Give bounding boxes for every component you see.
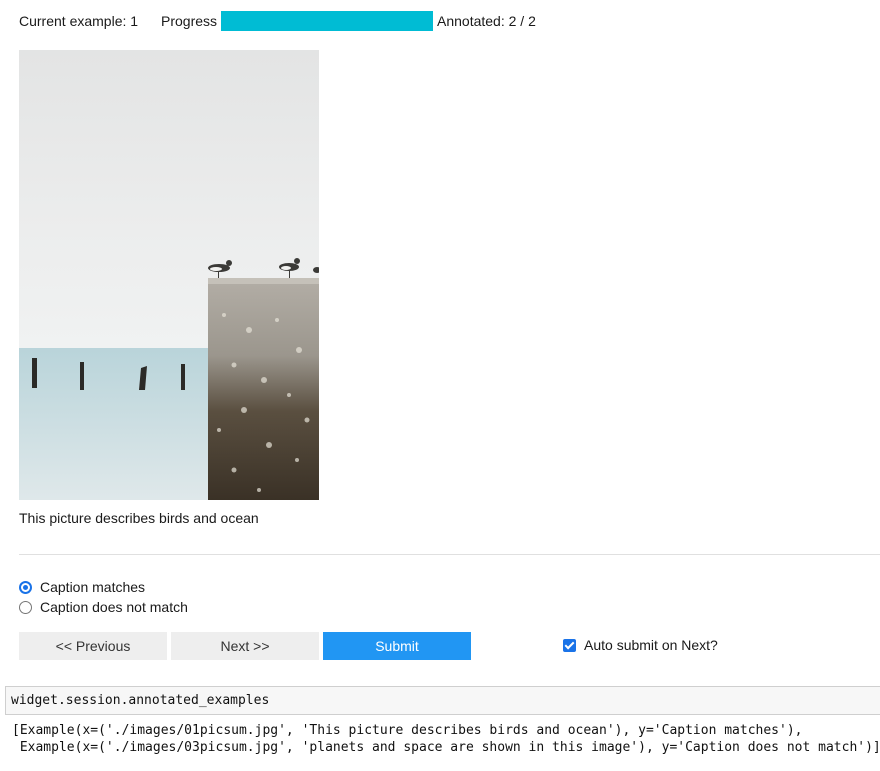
option-caption-matches[interactable]: Caption matches [19,577,145,597]
submit-button[interactable]: Submit [323,632,471,660]
code-cell-output: [Example(x=('./images/01picsum.jpg', 'Th… [12,722,880,756]
output-line: Example(x=('./images/03picsum.jpg', 'pla… [12,740,880,755]
progress-bar-fill [221,11,433,31]
auto-submit-label: Auto submit on Next? [584,637,718,653]
radio-icon[interactable] [19,600,32,614]
progress-bar [221,11,433,31]
example-image [19,50,319,500]
example-caption: This picture describes birds and ocean [19,510,259,526]
divider [19,554,880,555]
auto-submit-toggle[interactable]: Auto submit on Next? [563,636,718,654]
radio-icon-selected[interactable] [19,580,32,594]
option-label: Caption matches [40,579,146,595]
annotated-count: Annotated: 2 / 2 [437,13,536,29]
code-cell-input[interactable]: widget.session.annotated_examples [5,686,880,715]
option-caption-does-not-match[interactable]: Caption does not match [19,597,188,617]
output-line: [Example(x=('./images/01picsum.jpg', 'Th… [12,723,803,738]
progress-label: Progress [161,13,218,29]
option-label: Caption does not match [40,599,188,615]
checkbox-checked-icon[interactable] [563,638,576,652]
current-example-label: Current example: 1 [19,13,139,29]
next-button[interactable]: Next >> [171,632,319,660]
previous-button[interactable]: << Previous [19,632,167,660]
code-cell-source: widget.session.annotated_examples [11,693,270,708]
